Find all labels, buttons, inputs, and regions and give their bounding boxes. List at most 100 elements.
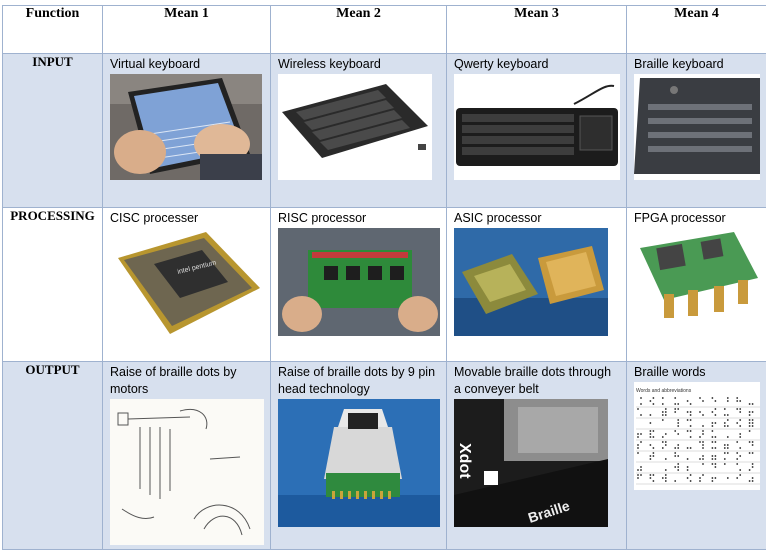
braille-dot [653,455,655,457]
braille-dot [715,455,717,457]
mean-label: Qwerty keyboard [454,56,620,73]
header-function: Function [3,6,103,54]
braille-dot [662,397,664,399]
braille-dot [715,458,717,460]
braille-dot [662,419,664,421]
braille-dot [724,444,726,446]
braille-dot [650,455,652,457]
braille-dot [690,436,692,438]
cell-output-mean-3: Movable braille dots through a conveyer … [447,362,627,550]
braille-dot [715,422,717,424]
braille-dot [736,441,738,443]
braille-dot [690,411,692,413]
braille-dot [724,447,726,449]
braille-dot [715,447,717,449]
function-processing: PROCESSING [3,208,103,362]
braille-dot [749,480,751,482]
braille-dot [712,425,714,427]
braille-dot [727,419,729,421]
braille-dot [650,400,652,402]
braille-dot [727,444,729,446]
braille-dot [739,469,741,471]
braille-dot [749,425,751,427]
braille-dot [690,480,692,482]
braille-dot [702,444,704,446]
cell-output-mean-4: Braille words Words and abbreviations [627,362,766,550]
braille-dot [752,466,754,468]
braille-dot [739,419,741,421]
braille-dot [677,447,679,449]
braille-dot [662,411,664,413]
braille-dot [650,422,652,424]
mean-label: CISC processer [110,210,264,227]
braille-dot [736,408,738,410]
braille-dot [702,458,704,460]
braille-dot [674,480,676,482]
braille-dot [712,397,714,399]
cell-input-mean-2: Wireless keyboard [271,54,447,208]
braille-dot [715,400,717,402]
braille-chart-title: Words and abbreviations [636,388,692,394]
braille-dot [674,397,676,399]
braille-dot [727,414,729,416]
cell-output-mean-1: Raise of braille dots by motors [103,362,271,550]
braille-dot [702,414,704,416]
braille-dot [650,436,652,438]
braille-dot [712,411,714,413]
braille-dot [749,414,751,416]
cell-processing-mean-3: ASIC processor [447,208,627,362]
braille-dot [674,403,676,405]
braille-dot [665,444,667,446]
braille-dot [702,400,704,402]
fpga-processor-image [634,228,760,336]
braille-dot [687,430,689,432]
braille-dot [712,441,714,443]
braille-dot [665,441,667,443]
braille-dot [749,430,751,432]
braille-dot [665,474,667,476]
braille-dot [640,441,642,443]
mean-label: FPGA processor [634,210,760,227]
braille-dot [724,408,726,410]
braille-dot [724,452,726,454]
braille-dot [739,411,741,413]
braille-dot [699,441,701,443]
braille-dot [665,458,667,460]
braille-dot [749,411,751,413]
braille-dot [687,469,689,471]
braille-dot [662,441,664,443]
function-input: INPUT [3,54,103,208]
braille-dot [662,414,664,416]
braille-dot [715,441,717,443]
braille-dot [674,430,676,432]
cell-output-mean-2: Raise of braille dots by 9 pin head tech… [271,362,447,550]
braille-dot [752,422,754,424]
mean-label: ASIC processor [454,210,620,227]
braille-words-image: Words and abbreviations [634,382,760,490]
braille-dot [665,414,667,416]
braille-dot [674,452,676,454]
braille-dot [653,452,655,454]
braille-dot [752,419,754,421]
braille-dot [715,408,717,410]
braille-dot [752,441,754,443]
braille-dot [637,436,639,438]
braille-dot [712,455,714,457]
braille-dot [662,403,664,405]
braille-dot [699,480,701,482]
braille-dot [677,419,679,421]
braille-dot [687,419,689,421]
braille-dot [752,444,754,446]
conveyer-braille-image: Xdot Braille [454,399,620,527]
braille-dot [665,408,667,410]
braille-dot [699,397,701,399]
braille-dot [727,436,729,438]
braille-dot [690,447,692,449]
braille-motor-sketch-image [110,399,264,545]
braille-dot [712,458,714,460]
braille-dot [650,444,652,446]
braille-dot [712,480,714,482]
braille-dot [640,403,642,405]
braille-dot [712,436,714,438]
braille-dot [637,452,639,454]
